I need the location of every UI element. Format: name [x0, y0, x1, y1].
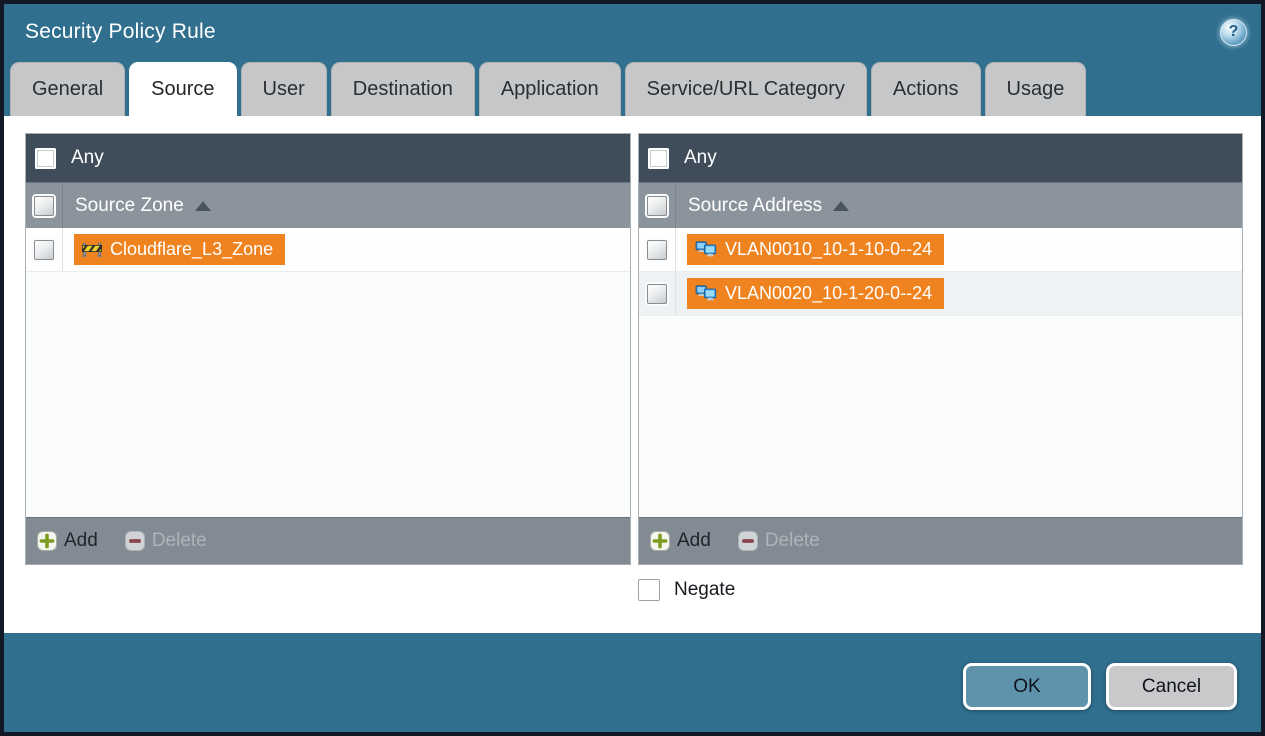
- row-checkbox[interactable]: [34, 239, 54, 260]
- delete-button[interactable]: Delete: [124, 530, 207, 552]
- delete-button-label: Delete: [151, 530, 207, 551]
- add-icon: [650, 531, 670, 551]
- negate-label: Negate: [674, 579, 736, 600]
- delete-icon: [124, 531, 145, 551]
- address-icon: [695, 241, 717, 257]
- source-zone-any-checkbox[interactable]: [35, 147, 56, 169]
- source-address-toolbar: Add Delete: [639, 517, 1242, 564]
- source-panels: Any Source Zone Cloudflare_L3_Zone Add D…: [25, 133, 1243, 565]
- add-button-label: Add: [64, 530, 98, 551]
- tab-user[interactable]: User: [240, 62, 327, 116]
- table-row[interactable]: Cloudflare_L3_Zone: [26, 228, 630, 272]
- source-address-any-bar: Any: [639, 134, 1242, 182]
- tab-application[interactable]: Application: [478, 62, 621, 116]
- add-button[interactable]: Add: [37, 530, 98, 552]
- security-policy-rule-dialog: Security Policy Rule ? General Source Us…: [0, 0, 1265, 736]
- source-zone-any-bar: Any: [26, 134, 630, 182]
- address-chip-label: VLAN0020_10-1-20-0--24: [725, 283, 933, 303]
- sort-ascending-icon: [833, 200, 850, 211]
- source-zone-column-header-label: Source Zone: [75, 194, 184, 216]
- zone-chip-label: Cloudflare_L3_Zone: [110, 239, 274, 259]
- table-row[interactable]: VLAN0020_10-1-20-0--24: [639, 272, 1242, 316]
- tab-actions[interactable]: Actions: [870, 62, 981, 116]
- source-zone-column-header[interactable]: Source Zone: [63, 183, 211, 228]
- add-button[interactable]: Add: [650, 530, 711, 552]
- dialog-buttons: OK Cancel: [963, 663, 1237, 710]
- negate-row: Negate: [638, 579, 1243, 601]
- source-address-column-header[interactable]: Source Address: [676, 183, 850, 228]
- source-zone-any-label: Any: [71, 147, 104, 168]
- address-chip[interactable]: VLAN0020_10-1-20-0--24: [687, 278, 945, 309]
- source-zone-toolbar: Add Delete: [26, 517, 630, 564]
- add-button-label: Add: [677, 530, 711, 551]
- source-address-header-checkbox-cell: [639, 183, 676, 228]
- source-zone-column-header-row: Source Zone: [26, 182, 630, 228]
- address-chip-label: VLAN0010_10-1-10-0--24: [725, 239, 933, 259]
- delete-button[interactable]: Delete: [737, 530, 820, 552]
- negate-checkbox[interactable]: [638, 579, 660, 601]
- help-icon[interactable]: ?: [1220, 18, 1247, 46]
- source-address-select-all-checkbox[interactable]: [647, 195, 667, 216]
- row-checkbox[interactable]: [647, 283, 667, 304]
- source-zone-select-all-checkbox[interactable]: [34, 195, 54, 216]
- tab-general[interactable]: General: [10, 62, 126, 116]
- dialog-title: Security Policy Rule: [25, 20, 216, 43]
- table-row[interactable]: VLAN0010_10-1-10-0--24: [639, 228, 1242, 272]
- tab-service-url-category[interactable]: Service/URL Category: [624, 62, 867, 116]
- source-address-table-body: VLAN0010_10-1-10-0--24 VLAN0020_10-1-20-…: [639, 228, 1242, 517]
- zone-icon: [82, 242, 102, 257]
- source-tab-content: Any Source Zone Cloudflare_L3_Zone Add D…: [4, 116, 1261, 633]
- row-checkbox-cell: [639, 228, 676, 271]
- ok-button[interactable]: OK: [963, 663, 1091, 710]
- source-address-panel: Any Source Address VLAN0010_10-1-10-0--2…: [638, 133, 1243, 565]
- add-icon: [37, 531, 57, 551]
- address-icon: [695, 285, 717, 301]
- source-address-any-label: Any: [684, 147, 717, 168]
- cancel-button[interactable]: Cancel: [1106, 663, 1237, 710]
- row-checkbox-cell: [26, 228, 63, 271]
- address-chip[interactable]: VLAN0010_10-1-10-0--24: [687, 234, 945, 265]
- source-address-any-checkbox[interactable]: [648, 147, 669, 169]
- tab-destination[interactable]: Destination: [330, 62, 475, 116]
- row-checkbox[interactable]: [647, 239, 667, 260]
- source-address-column-header-label: Source Address: [688, 194, 823, 216]
- tab-usage[interactable]: Usage: [984, 62, 1087, 116]
- row-checkbox-cell: [639, 272, 676, 315]
- source-address-column-header-row: Source Address: [639, 182, 1242, 228]
- tab-source[interactable]: Source: [129, 62, 237, 116]
- tab-bar: General Source User Destination Applicat…: [10, 62, 1087, 116]
- dialog-titlebar: Security Policy Rule ?: [4, 4, 1261, 60]
- source-zone-header-checkbox-cell: [26, 183, 63, 228]
- delete-button-label: Delete: [764, 530, 820, 551]
- zone-chip[interactable]: Cloudflare_L3_Zone: [74, 234, 286, 265]
- delete-icon: [737, 531, 758, 551]
- source-zone-panel: Any Source Zone Cloudflare_L3_Zone Add D…: [25, 133, 631, 565]
- sort-ascending-icon: [194, 200, 211, 211]
- source-zone-table-body: Cloudflare_L3_Zone: [26, 228, 630, 517]
